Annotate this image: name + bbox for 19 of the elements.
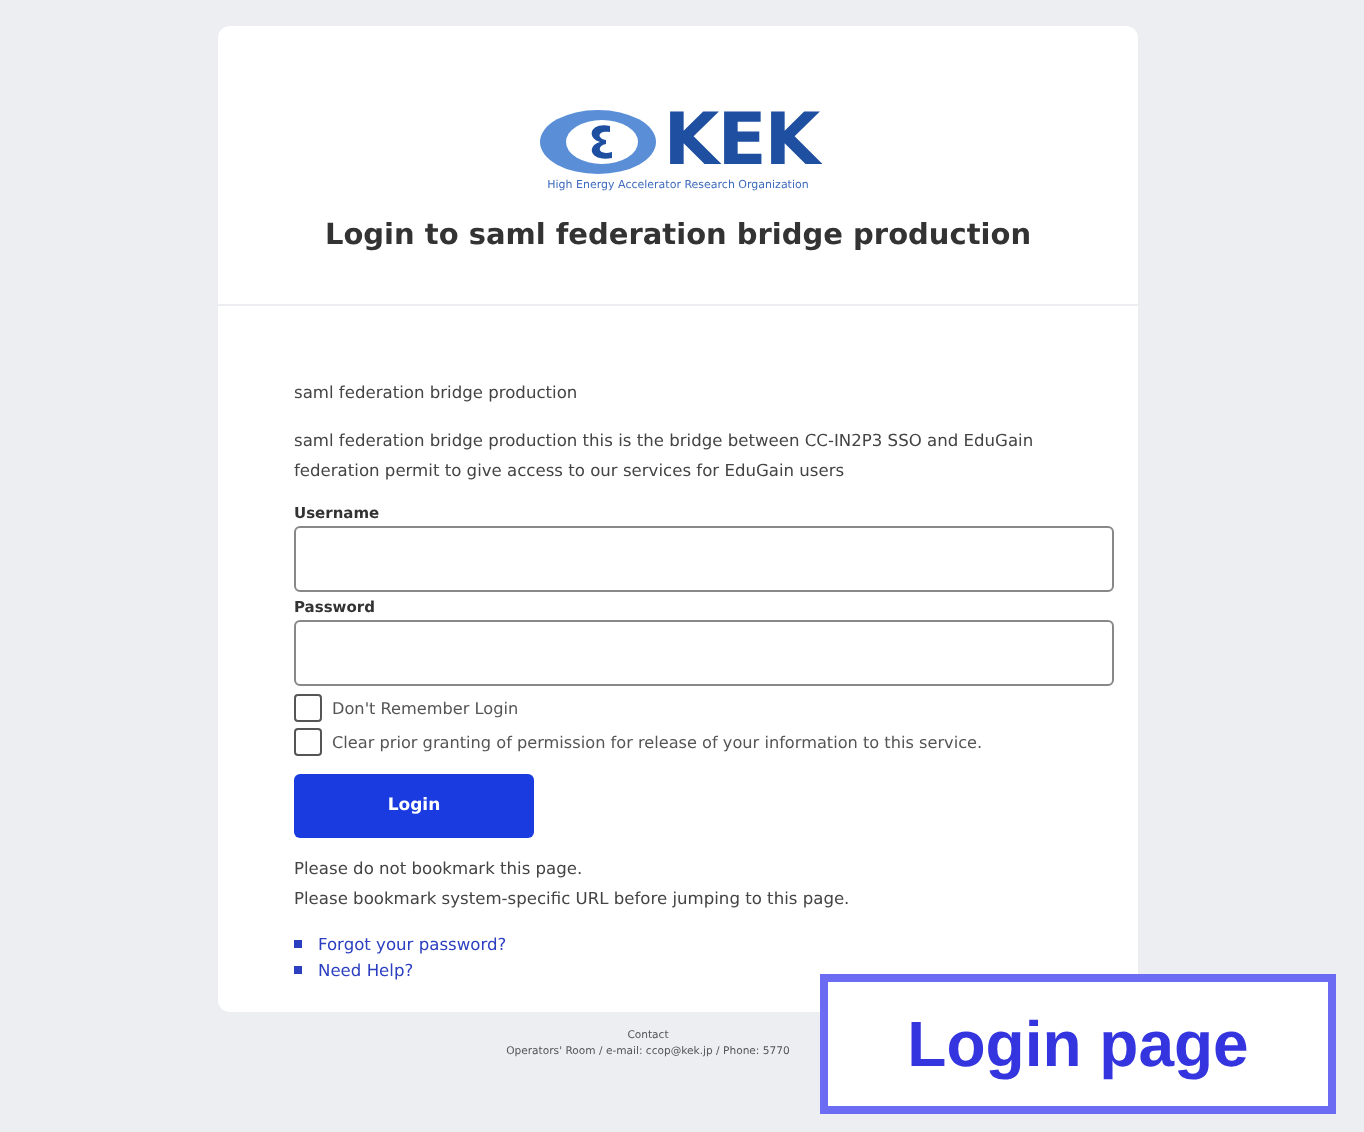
checkbox-label: Clear prior granting of permission for release of your information to this service.	[332, 732, 983, 752]
checkbox[interactable]	[294, 694, 322, 722]
swirl-logo-icon	[537, 106, 658, 178]
callout-label: Login page	[820, 974, 1336, 1114]
help-link[interactable]: Need Help?	[318, 960, 414, 980]
page-heading: Login to saml federation bridge production	[324, 220, 1032, 252]
checkbox-label: Don't Remember Login	[332, 698, 519, 718]
service-name: saml federation bridge production	[294, 380, 580, 406]
input-field[interactable]	[294, 620, 1114, 686]
checkbox[interactable]	[294, 728, 322, 756]
login-button[interactable]: Login	[294, 774, 534, 838]
service-description: saml federation bridge production this is the bridge between CC-IN2P3 SSO and EduGain federation permit to give access to our services for EduGain users	[294, 428, 1036, 484]
input-field[interactable]	[294, 526, 1114, 592]
bullet-icon	[294, 940, 302, 948]
note-text: Please bookmark system-specific URL before jumping to this page.	[294, 886, 852, 912]
logo-wordmark: KEK	[663, 106, 819, 178]
help-link[interactable]: Forgot your password?	[318, 934, 507, 954]
bullet-icon	[294, 966, 302, 974]
note-text: Please do not bookmark this page.	[294, 856, 585, 882]
